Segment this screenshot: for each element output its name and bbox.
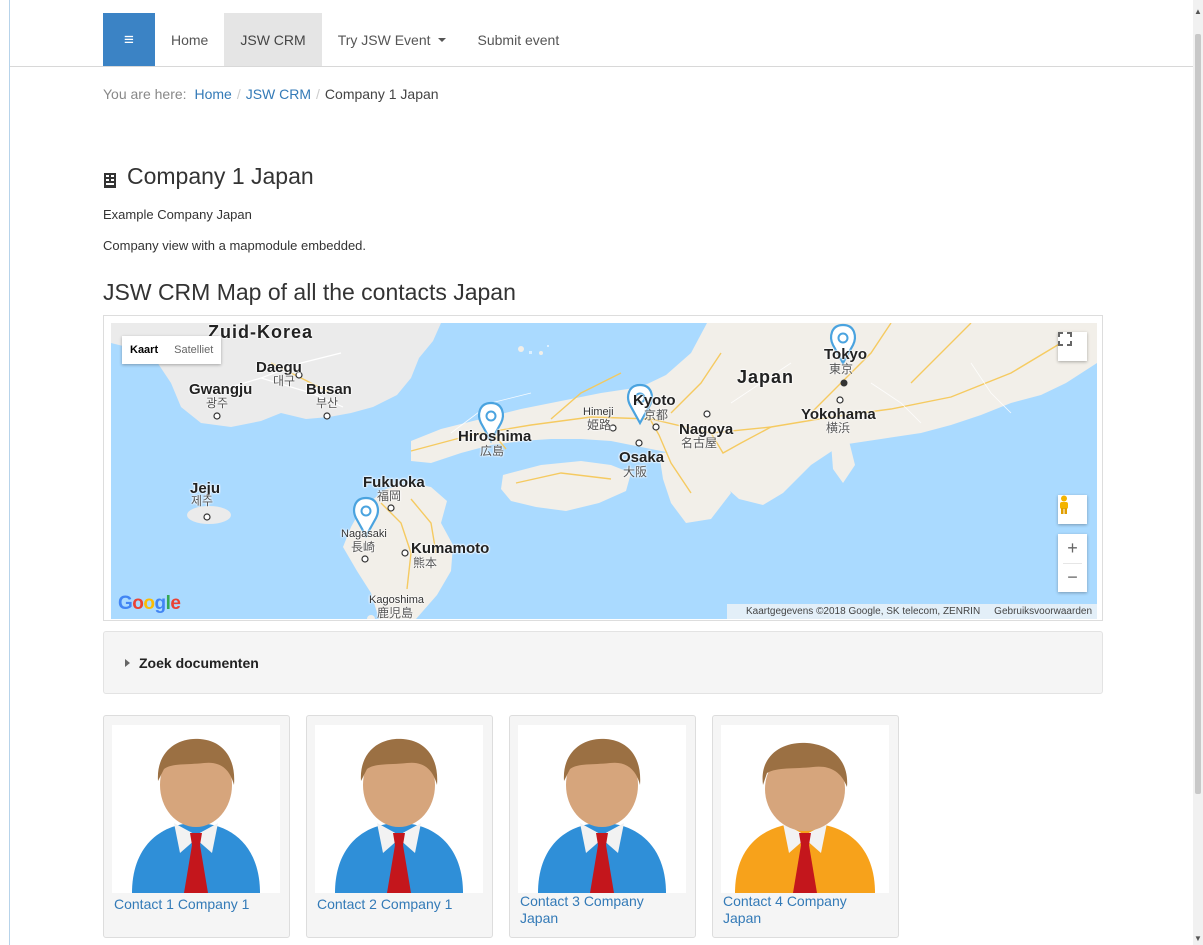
street-view-button[interactable] (1058, 495, 1087, 524)
avatar (518, 725, 686, 893)
contacts-map[interactable]: Zuid-Korea Japan Daegu 대구 Gwangju 광주 Bus… (111, 323, 1097, 619)
map-label-nagoya: Nagoya (679, 421, 734, 438)
map-label-nagasaki: Nagasaki (341, 528, 387, 540)
person-avatar-icon (132, 738, 260, 893)
contact-name-link[interactable]: Contact 3 Company Japan (520, 893, 685, 927)
map-label-nagasaki-native: 長崎 (351, 540, 376, 554)
map-type-kaart-button[interactable]: Kaart (122, 344, 166, 356)
avatar (721, 725, 889, 893)
fullscreen-button[interactable] (1058, 332, 1087, 361)
map-label-himeji-native: 姫路 (587, 418, 612, 432)
map-label-hiroshima-native: 広島 (480, 444, 505, 458)
breadcrumb-current: Company 1 Japan (324, 86, 439, 102)
map-label-zuid-korea: Zuid-Korea (208, 323, 314, 342)
map-label-yokohama: Yokohama (801, 406, 876, 423)
map-label-fukuoka-native: 福岡 (377, 489, 402, 503)
avatar (112, 725, 280, 893)
breadcrumb-prefix: You are here: (103, 86, 187, 102)
expand-triangle-icon (125, 658, 130, 667)
zoom-in-button[interactable]: + (1058, 534, 1087, 563)
person-avatar-icon (538, 738, 666, 893)
map-label-japan: Japan (737, 367, 795, 387)
nav-item-home[interactable]: Home (155, 13, 224, 66)
person-avatar-icon (335, 738, 463, 893)
scroll-down-icon[interactable]: ▼ (1194, 935, 1202, 943)
fullscreen-icon (1058, 332, 1072, 346)
map-label-tokyo: Tokyo (824, 346, 868, 363)
map-label-busan: Busan (306, 381, 352, 398)
nav-item-jsw-crm[interactable]: JSW CRM (224, 13, 322, 66)
google-logo: Google (118, 593, 181, 614)
caret-down-icon (437, 37, 446, 42)
zoom-out-icon: − (1067, 567, 1078, 587)
zoom-control: + − (1058, 534, 1087, 592)
map-label-nagoya-native: 名古屋 (681, 436, 718, 450)
breadcrumb-home-link[interactable]: Home (194, 86, 231, 102)
map-label-daegu-native: 대구 (273, 374, 296, 388)
pegman-icon (1060, 495, 1068, 514)
map-label-kyoto: Kyoto (633, 392, 676, 409)
page-title: Company 1 Japan (103, 163, 314, 190)
contact-card[interactable]: Contact 3 Company Japan (509, 715, 696, 938)
map-label-daegu: Daegu (256, 359, 302, 376)
breadcrumb: You are here: Home / JSW CRM / Company 1 Jap… (103, 86, 439, 102)
breadcrumb-jsw-crm-link[interactable]: JSW CRM (246, 86, 311, 102)
map-frame: Zuid-Korea Japan Daegu 대구 Gwangju 광주 Bus… (103, 315, 1103, 621)
contact-card[interactable]: Contact 4 Company Japan (712, 715, 899, 938)
map-heading: JSW CRM Map of all the contacts Japan (103, 279, 516, 305)
page-left-border (9, 0, 10, 945)
map-label-busan-native: 부산 (316, 396, 339, 410)
map-label-hiroshima: Hiroshima (458, 428, 532, 445)
building-icon (103, 168, 117, 188)
hamburger-icon: ≡ (124, 29, 134, 49)
contact-name-link[interactable]: Contact 2 Company 1 (317, 896, 482, 913)
map-label-kagoshima-native: 鹿児島 (377, 606, 414, 619)
map-label-osaka: Osaka (619, 449, 665, 466)
map-label-osaka-native: 大阪 (623, 465, 648, 479)
avatar (315, 725, 483, 893)
map-type-control: Kaart Satelliet (122, 336, 222, 364)
contact-card[interactable]: Contact 2 Company 1 (306, 715, 493, 938)
map-type-satelliet-button[interactable]: Satelliet (166, 344, 221, 356)
nav-menu: Home JSW CRM Try JSW Event Submit event (155, 13, 575, 66)
scroll-up-icon[interactable]: ▲ (1194, 8, 1202, 16)
map-label-kagoshima: Kagoshima (369, 594, 425, 606)
top-navbar: ≡ Home JSW CRM Try JSW Event Submit even… (10, 0, 1193, 67)
map-label-fukuoka: Fukuoka (363, 474, 425, 491)
map-label-jeju-native: 제주 (191, 494, 214, 508)
zoom-in-icon: + (1067, 538, 1078, 558)
map-label-kumamoto-native: 熊本 (413, 556, 438, 570)
company-description: Example Company Japan (103, 207, 252, 222)
map-label-kyoto-native: 京都 (644, 408, 669, 422)
map-label-yokohama-native: 横浜 (826, 421, 851, 435)
contact-name-link[interactable]: Contact 4 Company Japan (723, 893, 888, 927)
contact-name-link[interactable]: Contact 1 Company 1 (114, 896, 279, 913)
map-label-tokyo-native: 東京 (829, 362, 854, 376)
map-label-himeji: Himeji (583, 406, 614, 418)
company-subtext: Company view with a mapmodule embedded. (103, 238, 367, 253)
map-label-kumamoto: Kumamoto (411, 540, 490, 557)
vertical-scrollbar[interactable]: ▲ ▼ (1193, 0, 1203, 945)
person-avatar-icon (735, 742, 875, 893)
menu-toggle-button[interactable]: ≡ (103, 13, 155, 66)
map-attribution: Kaartgegevens ©2018 Google, SK telecom, … (727, 604, 1097, 619)
zoek-documenten-toggle[interactable]: Zoek documenten (103, 631, 1103, 694)
nav-item-try-jsw-event[interactable]: Try JSW Event (322, 13, 462, 66)
contact-card[interactable]: Contact 1 Company 1 (103, 715, 290, 938)
map-label-gwangju: Gwangju (189, 381, 253, 398)
zoom-out-button[interactable]: − (1058, 563, 1087, 592)
map-terms-link[interactable]: Gebruiksvoorwaarden (994, 606, 1092, 617)
map-label-gwangju-native: 광주 (206, 396, 229, 410)
nav-item-submit-event[interactable]: Submit event (462, 13, 576, 66)
scrollbar-thumb[interactable] (1195, 34, 1201, 794)
map-attribution-text: Kaartgegevens ©2018 Google, SK telecom, … (746, 606, 981, 617)
